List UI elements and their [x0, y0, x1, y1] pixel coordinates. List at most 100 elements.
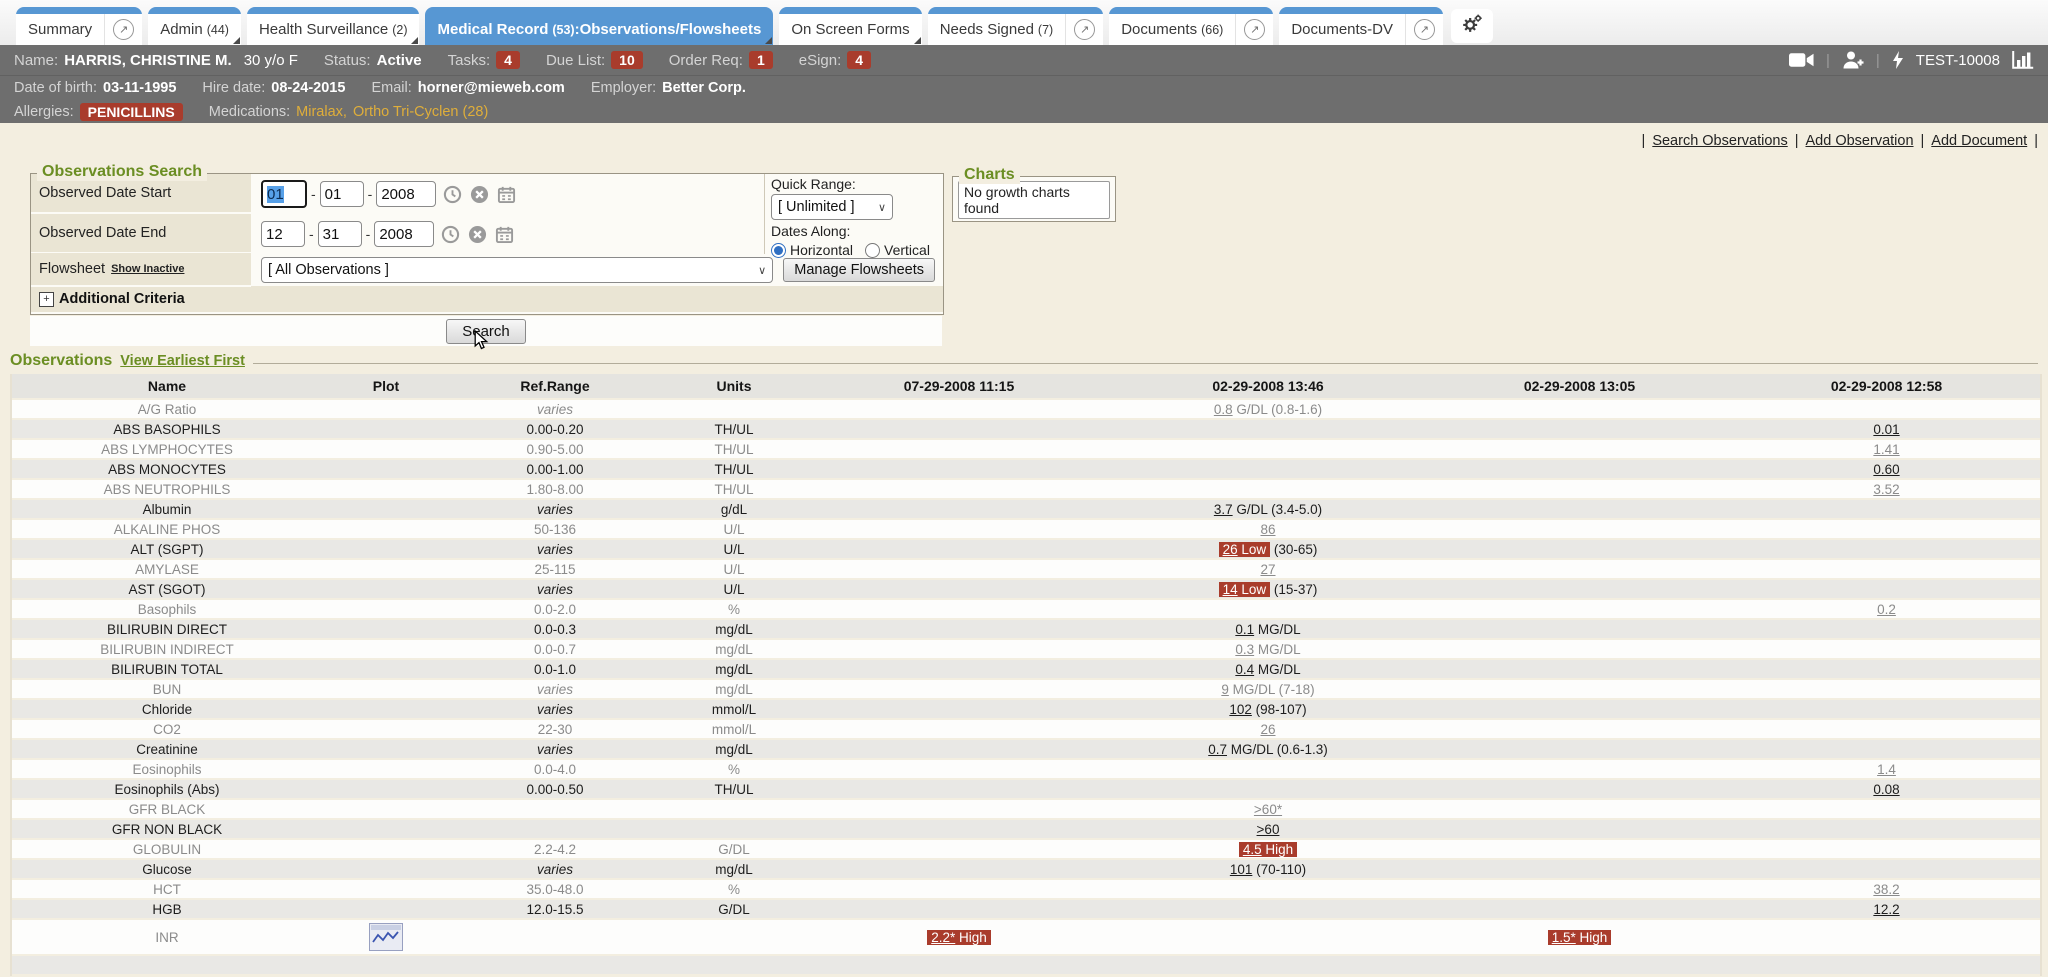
date-start-day-input[interactable]: 01	[320, 181, 364, 207]
quick-range-select[interactable]: [ Unlimited ] ∨	[771, 194, 893, 220]
tasks-count-badge[interactable]: 4	[496, 51, 520, 69]
tab-on-screen-forms[interactable]: On Screen Forms	[779, 7, 921, 45]
date-start-year-input[interactable]: 2008	[376, 181, 436, 207]
expand-plus-icon[interactable]: +	[39, 292, 54, 307]
observation-value-link[interactable]: 9	[1221, 682, 1229, 697]
tab-admin[interactable]: Admin(44)	[148, 7, 241, 45]
popout-icon[interactable]: ↗	[104, 14, 142, 45]
bar-chart-icon[interactable]	[2012, 51, 2034, 69]
observation-cell: 26 Low (30-65)	[1110, 540, 1426, 560]
observation-cell: 86	[1110, 520, 1426, 540]
observation-value-link[interactable]: 86	[1260, 522, 1275, 537]
observation-value-link[interactable]: 2.2*	[931, 930, 955, 945]
calendar-icon[interactable]	[497, 184, 517, 204]
observation-name-cell: INR	[12, 920, 322, 956]
additional-criteria-label[interactable]: Additional Criteria	[59, 291, 185, 307]
popout-icon[interactable]: ↗	[1235, 14, 1273, 45]
clear-date-icon[interactable]	[468, 224, 488, 244]
observation-cell: 1.41	[1733, 440, 2040, 460]
observation-cell: mmol/L	[660, 720, 808, 740]
allergy-badge[interactable]: PENICILLINS	[80, 103, 183, 121]
observation-value-link[interactable]: 4.5	[1243, 842, 1262, 857]
observation-value-link[interactable]: 26	[1223, 542, 1238, 557]
observation-value-link[interactable]: 0.8	[1214, 402, 1233, 417]
tab-summary[interactable]: Summary↗	[16, 7, 142, 45]
tab-settings-button[interactable]	[1451, 9, 1493, 43]
observation-cell: mg/dL	[660, 740, 808, 760]
observation-value-link[interactable]: 0.7	[1208, 742, 1227, 757]
time-icon[interactable]	[443, 184, 463, 204]
observation-value-link[interactable]: 3.52	[1873, 482, 1899, 497]
tab-documents[interactable]: Documents(66)↗	[1109, 7, 1273, 45]
plot-thumbnail-icon[interactable]	[369, 923, 403, 951]
date-end-year-input[interactable]: 2008	[374, 221, 434, 247]
radio-horizontal[interactable]	[771, 243, 786, 258]
date-start-month-input[interactable]: 01	[261, 180, 307, 208]
add-user-icon[interactable]	[1842, 51, 1864, 69]
due-list-count-badge[interactable]: 10	[611, 51, 643, 69]
search-button[interactable]: Search	[446, 319, 526, 344]
observation-value-link[interactable]: 26	[1260, 722, 1275, 737]
observation-value-link[interactable]: 0.60	[1873, 462, 1899, 477]
observation-cell	[1426, 520, 1733, 540]
view-earliest-first-link[interactable]: View Earliest First	[120, 353, 245, 369]
popout-icon[interactable]: ↗	[1405, 14, 1443, 45]
observations-header-row: NamePlotRef.RangeUnits07-29-2008 11:1502…	[12, 374, 2040, 400]
order-req-count-badge[interactable]: 1	[749, 51, 773, 69]
radio-vertical[interactable]	[865, 243, 880, 258]
date-end-month-input[interactable]: 12	[261, 221, 305, 247]
date-end-day-input[interactable]: 31	[318, 221, 362, 247]
add-document-link[interactable]: Add Document	[1931, 133, 2027, 149]
observation-value-link[interactable]: 0.08	[1873, 782, 1899, 797]
observation-cell	[808, 780, 1110, 800]
video-camera-icon[interactable]	[1789, 52, 1814, 68]
observation-name-cell: BILIRUBIN INDIRECT	[12, 640, 322, 660]
tab-medical-record[interactable]: Medical Record(53):Observations/Flowshee…	[425, 7, 773, 45]
observation-value-link[interactable]: 1.5*	[1552, 930, 1576, 945]
observation-value-link[interactable]: 0.4	[1235, 662, 1254, 677]
observation-value-link[interactable]: 102	[1229, 702, 1252, 717]
observation-value-link[interactable]: 14	[1223, 582, 1238, 597]
observation-value-link[interactable]: 12.2	[1873, 902, 1899, 917]
tab-needs-signed[interactable]: Needs Signed(7)↗	[928, 7, 1104, 45]
observation-value-link[interactable]: 1.4	[1877, 762, 1896, 777]
observation-value-link[interactable]: 0.3	[1235, 642, 1254, 657]
flowsheet-select[interactable]: [ All Observations ] ∨	[261, 257, 773, 283]
manage-flowsheets-button[interactable]: Manage Flowsheets	[783, 258, 935, 282]
observation-value-link[interactable]: 0.01	[1873, 422, 1899, 437]
observation-value-link[interactable]: 38.2	[1873, 882, 1899, 897]
time-icon[interactable]	[441, 224, 461, 244]
lightning-icon[interactable]	[1892, 51, 1904, 69]
observation-value-link[interactable]: >60*	[1254, 802, 1282, 817]
observation-row: HCT35.0-48.0%38.2	[12, 880, 2040, 900]
observation-cell	[808, 880, 1110, 900]
flowsheet-label: Flowsheet	[39, 261, 105, 277]
observation-name-cell: GLOBULIN	[12, 840, 322, 860]
observation-cell	[322, 780, 450, 800]
search-observations-link[interactable]: Search Observations	[1652, 133, 1787, 149]
esign-count-badge[interactable]: 4	[847, 51, 871, 69]
observation-cell	[1110, 880, 1426, 900]
tab-documents-dv[interactable]: Documents-DV↗	[1279, 7, 1443, 45]
patient-toolbar: | | TEST-10008	[1789, 51, 2034, 69]
observation-value-link[interactable]: 3.7	[1214, 502, 1233, 517]
clear-date-icon[interactable]	[470, 184, 490, 204]
observation-value-link[interactable]: 0.2	[1877, 602, 1896, 617]
medication-link[interactable]: Ortho Tri-Cyclen (28)	[353, 104, 488, 120]
observation-cell: 26	[1110, 720, 1426, 740]
observation-value-link[interactable]: 1.41	[1873, 442, 1899, 457]
add-observation-link[interactable]: Add Observation	[1806, 133, 1914, 149]
observation-value-link[interactable]: 27	[1260, 562, 1275, 577]
show-inactive-link[interactable]: Show Inactive	[111, 263, 184, 275]
radio-vertical-label: Vertical	[884, 242, 930, 258]
medication-link[interactable]: Miralax	[296, 104, 343, 120]
tab-health-surveillance[interactable]: Health Surveillance(2)	[247, 7, 420, 45]
calendar-icon[interactable]	[495, 224, 515, 244]
observation-cell	[808, 700, 1110, 720]
observations-table: NamePlotRef.RangeUnits07-29-2008 11:1502…	[10, 374, 2042, 976]
observation-value-link[interactable]: 0.1	[1235, 622, 1254, 637]
status-label: Status:	[324, 52, 371, 69]
observation-value-link[interactable]: 101	[1230, 862, 1253, 877]
observation-value-link[interactable]: >60	[1257, 822, 1280, 837]
popout-icon[interactable]: ↗	[1065, 14, 1103, 45]
